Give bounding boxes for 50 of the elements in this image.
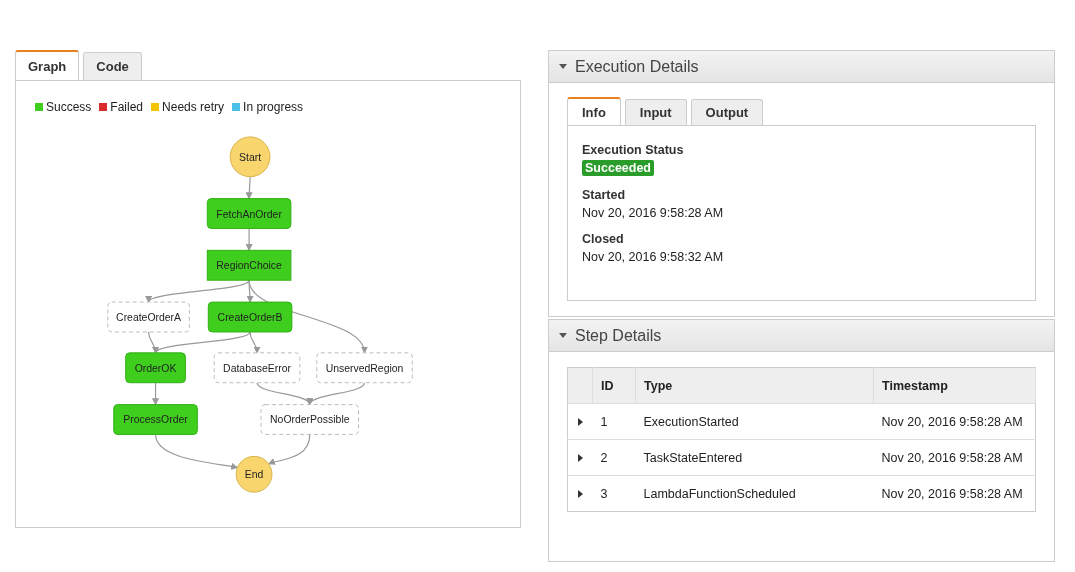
tab[interactable]: Output xyxy=(690,99,764,125)
state-node[interactable]: End xyxy=(235,455,273,493)
tab[interactable]: Info xyxy=(567,97,621,125)
tab[interactable]: Code xyxy=(83,52,142,80)
state-node[interactable]: ProcessOrder xyxy=(113,404,198,435)
column-header: Timestamp xyxy=(873,367,1036,404)
column-header: Type xyxy=(635,367,874,404)
status-badge: Succeeded xyxy=(582,160,654,176)
field-value: Nov 20, 2016 9:58:28 AM xyxy=(582,206,725,220)
tab[interactable]: Graph xyxy=(15,50,80,80)
legend-label: Failed xyxy=(110,100,144,114)
section-header[interactable]: Step Details xyxy=(549,320,1054,352)
table-cell: TaskStateEntered xyxy=(635,439,874,476)
legend-label: Success xyxy=(46,100,92,114)
field-label: Closed xyxy=(582,232,625,246)
field-label: Execution Status xyxy=(582,143,685,157)
field-label: Started xyxy=(582,188,627,202)
connector-arrow xyxy=(308,382,366,406)
connector-arrow xyxy=(151,382,160,406)
section-header[interactable]: Execution Details xyxy=(549,51,1054,83)
tab[interactable]: Input xyxy=(624,99,687,125)
table-cell: LambdaFunctionScheduled xyxy=(635,475,874,512)
expand-icon[interactable] xyxy=(578,417,583,426)
state-node[interactable]: DatabaseError xyxy=(213,352,301,384)
table-cell: Nov 20, 2016 9:58:28 AM xyxy=(873,439,1036,476)
table-cell: Nov 20, 2016 9:58:28 AM xyxy=(873,403,1036,440)
connector-arrow xyxy=(267,433,311,466)
legend-label: Needs retry xyxy=(162,100,225,114)
state-node[interactable]: CreateOrderB xyxy=(207,301,293,333)
expand-icon[interactable] xyxy=(578,453,583,462)
connector-arrow xyxy=(245,176,253,200)
state-node[interactable]: CreateOrderA xyxy=(107,301,190,333)
section-title: Step Details xyxy=(575,326,662,345)
state-node[interactable]: Start xyxy=(229,136,271,178)
state-node[interactable]: OrderOK xyxy=(125,352,186,384)
table-cell: 3 xyxy=(592,475,636,512)
connector-arrow xyxy=(245,227,253,252)
field-value: Nov 20, 2016 9:58:32 AM xyxy=(582,250,725,264)
table-cell: Nov 20, 2016 9:58:28 AM xyxy=(873,475,1036,512)
state-node[interactable]: NoOrderPossible xyxy=(260,404,360,435)
legend-label: In progress xyxy=(243,100,304,114)
state-node[interactable]: UnservedRegion xyxy=(316,352,413,384)
expand-icon[interactable] xyxy=(578,489,583,498)
column-header: ID xyxy=(592,367,636,404)
table-cell: 2 xyxy=(592,439,636,476)
state-node[interactable]: RegionChoice xyxy=(206,249,292,281)
state-node[interactable]: FetchAnOrder xyxy=(206,198,292,229)
table-cell: 1 xyxy=(592,403,636,440)
section-title: Execution Details xyxy=(575,57,699,76)
table-cell: ExecutionStarted xyxy=(635,403,874,440)
